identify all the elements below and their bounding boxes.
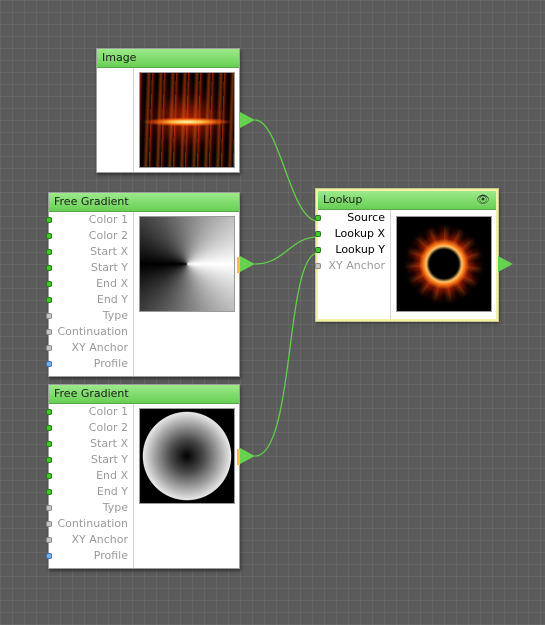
port-label: Type: [102, 309, 128, 322]
node-title-text: Lookup: [323, 193, 363, 206]
input-port[interactable]: Continuation: [46, 324, 133, 340]
port-connector-icon[interactable]: [46, 265, 52, 271]
port-label: Color 2: [88, 421, 128, 434]
input-port[interactable]: Start X: [46, 436, 133, 452]
port-label: Profile: [93, 357, 128, 370]
input-port[interactable]: End X: [46, 276, 133, 292]
node-title[interactable]: Image: [97, 49, 239, 68]
wire-gradient1-to-lookup-x: [254, 236, 319, 265]
port-connector-icon[interactable]: [46, 473, 52, 479]
gradient-thumbnail: [139, 408, 235, 504]
gradient-thumbnail: [139, 216, 235, 312]
node-title[interactable]: Free Gradient: [49, 385, 239, 404]
port-label: End Y: [96, 485, 128, 498]
input-port[interactable]: Lookup X: [315, 226, 390, 242]
output-port-arrow[interactable]: [498, 256, 513, 272]
input-port[interactable]: Type: [46, 308, 133, 324]
input-port[interactable]: Profile: [46, 548, 133, 564]
port-connector-icon[interactable]: [315, 247, 321, 253]
port-connector-icon[interactable]: [46, 249, 52, 255]
image-thumbnail: [139, 72, 235, 168]
port-column: Color 1 Color 2 Start X Start Y End X End Y Ty…: [46, 212, 134, 376]
input-port[interactable]: Profile: [46, 356, 133, 372]
port-connector-icon[interactable]: [46, 521, 52, 527]
port-connector-icon[interactable]: [315, 231, 321, 237]
port-label: Type: [102, 501, 128, 514]
port-connector-icon[interactable]: [46, 409, 52, 415]
port-label: Continuation: [57, 325, 128, 338]
port-connector-icon[interactable]: [46, 281, 52, 287]
port-connector-icon[interactable]: [46, 553, 52, 559]
node-title[interactable]: Lookup 👁: [318, 191, 496, 210]
port-label: Start X: [90, 437, 128, 450]
node-title[interactable]: Free Gradient: [49, 193, 239, 212]
wire-image-to-source: [254, 119, 319, 222]
input-port[interactable]: XY Anchor: [46, 532, 133, 548]
port-connector-icon[interactable]: [46, 441, 52, 447]
output-port-arrow[interactable]: [240, 112, 255, 128]
image-node[interactable]: Image: [96, 48, 240, 173]
port-label: XY Anchor: [328, 259, 385, 272]
port-label: End Y: [96, 293, 128, 306]
input-port[interactable]: Source: [315, 210, 390, 226]
input-port[interactable]: Start X: [46, 244, 133, 260]
input-port[interactable]: Start Y: [46, 452, 133, 468]
port-connector-icon[interactable]: [46, 345, 52, 351]
output-port-arrow[interactable]: [240, 448, 255, 464]
lookup-thumbnail: [396, 216, 492, 312]
port-label: XY Anchor: [71, 533, 128, 546]
input-port[interactable]: End X: [46, 468, 133, 484]
output-port-arrow[interactable]: [240, 256, 255, 272]
free-gradient-node[interactable]: Free Gradient Color 1 Color 2 Start X Start…: [46, 192, 240, 377]
input-port[interactable]: Color 1: [46, 404, 133, 420]
port-column: [97, 68, 134, 172]
input-port[interactable]: Continuation: [46, 516, 133, 532]
input-port[interactable]: Start Y: [46, 260, 133, 276]
port-label: Profile: [93, 549, 128, 562]
wire-gradient2-to-lookup-y: [254, 252, 319, 457]
port-connector-icon[interactable]: [46, 233, 52, 239]
eye-icon[interactable]: 👁: [476, 191, 490, 209]
port-label: End X: [96, 469, 128, 482]
port-connector-icon[interactable]: [46, 505, 52, 511]
port-label: XY Anchor: [71, 341, 128, 354]
port-connector-icon[interactable]: [46, 457, 52, 463]
port-label: Start Y: [90, 261, 128, 274]
input-port[interactable]: Color 1: [46, 212, 133, 228]
port-connector-icon[interactable]: [46, 217, 52, 223]
port-label: End X: [96, 277, 128, 290]
free-gradient-node[interactable]: Free Gradient Color 1 Color 2 Start X Start…: [46, 384, 240, 569]
lookup-node[interactable]: Lookup 👁 Source Lookup X Lookup Y XY Anchor: [315, 189, 498, 321]
port-label: Lookup X: [334, 227, 385, 240]
input-port[interactable]: End Y: [46, 484, 133, 500]
port-connector-icon[interactable]: [46, 489, 52, 495]
input-port[interactable]: Color 2: [46, 228, 133, 244]
port-connector-icon[interactable]: [315, 263, 321, 269]
input-port[interactable]: End Y: [46, 292, 133, 308]
port-connector-icon[interactable]: [315, 215, 321, 221]
port-label: Start X: [90, 245, 128, 258]
port-label: Start Y: [90, 453, 128, 466]
port-label: Lookup Y: [335, 243, 385, 256]
port-connector-icon[interactable]: [46, 537, 52, 543]
port-column: Color 1 Color 2 Start X Start Y End X End Y Ty…: [46, 404, 134, 568]
input-port[interactable]: XY Anchor: [46, 340, 133, 356]
input-port[interactable]: Lookup Y: [315, 242, 390, 258]
input-port[interactable]: Color 2: [46, 420, 133, 436]
input-port[interactable]: XY Anchor: [315, 258, 390, 274]
port-label: Color 2: [88, 229, 128, 242]
port-connector-icon[interactable]: [46, 329, 52, 335]
port-label: Color 1: [88, 213, 128, 226]
port-label: Continuation: [57, 517, 128, 530]
port-column: Source Lookup X Lookup Y XY Anchor: [315, 210, 391, 319]
port-connector-icon[interactable]: [46, 297, 52, 303]
port-label: Source: [347, 211, 385, 224]
input-port[interactable]: Type: [46, 500, 133, 516]
port-label: Color 1: [88, 405, 128, 418]
port-connector-icon[interactable]: [46, 313, 52, 319]
port-connector-icon[interactable]: [46, 425, 52, 431]
port-connector-icon[interactable]: [46, 361, 52, 367]
